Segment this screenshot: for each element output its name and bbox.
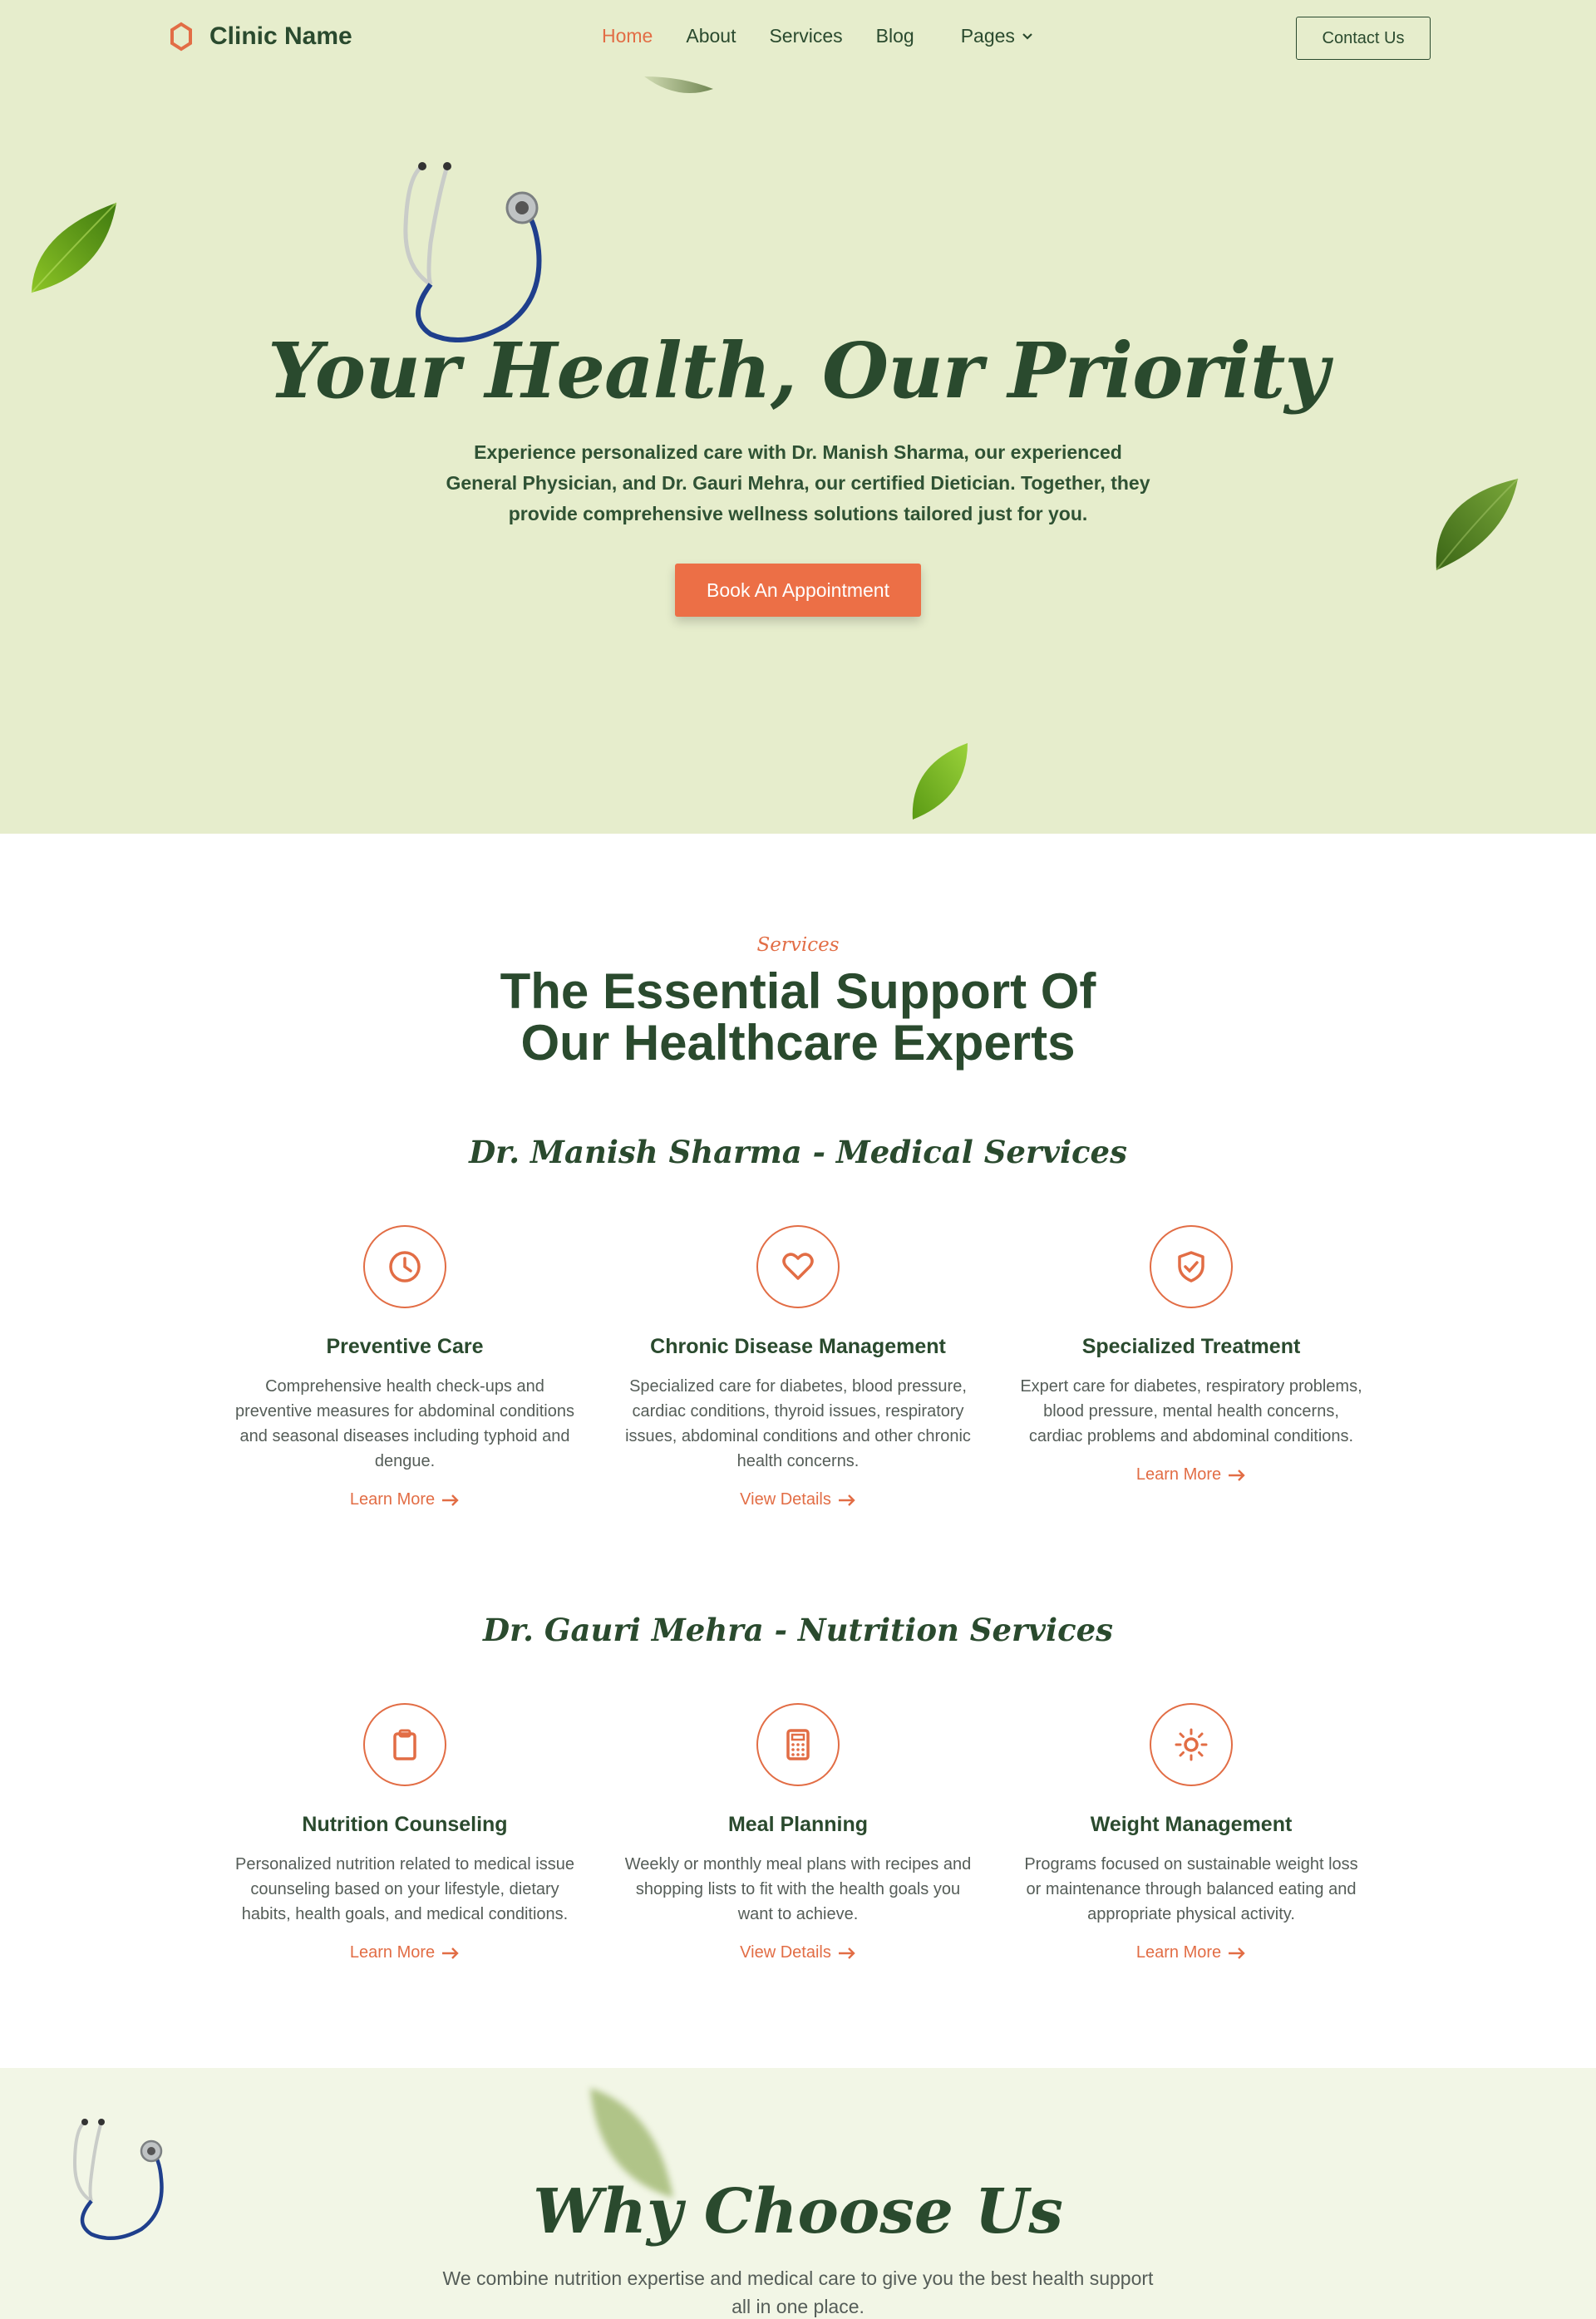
card-icon-circle: [1150, 1703, 1233, 1786]
nav-blog[interactable]: Blog: [876, 25, 914, 47]
hero-subtitle: Experience personalized care with Dr. Ma…: [446, 441, 1150, 524]
service-card-nutrition-counseling: Nutrition Counseling Personalized nutrit…: [230, 1703, 579, 1962]
service-card-weight-management: Weight Management Programs focused on su…: [1017, 1703, 1366, 1962]
arrow-right-icon: [1229, 1469, 1245, 1481]
arrow-right-icon: [442, 1947, 459, 1959]
card-icon-circle: [363, 1225, 446, 1308]
card-description: Programs focused on sustainable weight l…: [1024, 1855, 1358, 1923]
shield-check-icon: [1178, 1251, 1204, 1283]
arrow-right-icon: [838, 1947, 855, 1959]
link-label: View Details: [740, 1943, 831, 1962]
arrow-right-icon: [838, 1494, 855, 1506]
why-choose-us-title: Why Choose Us: [533, 2176, 1063, 2248]
leaf-icon: [912, 743, 968, 820]
leaf-icon: [1436, 478, 1519, 571]
card-icon-circle: [756, 1703, 840, 1786]
heart-icon: [782, 1253, 814, 1280]
top-navbar: Clinic Name Home About Services Blog Pag…: [0, 0, 1596, 76]
card-title: Meal Planning: [727, 1813, 869, 1836]
services-title-line2: Our Healthcare Experts: [520, 1015, 1076, 1071]
clock-icon: [389, 1251, 421, 1283]
services-eyebrow: Services: [756, 934, 840, 956]
link-label: View Details: [740, 1490, 831, 1509]
clipboard-icon: [393, 1729, 416, 1760]
learn-more-link[interactable]: Learn More: [1136, 1943, 1246, 1962]
nav-pages-label: Pages: [960, 25, 1015, 47]
card-description: Weekly or monthly meal plans with recipe…: [624, 1855, 972, 1923]
sun-icon: [1175, 1728, 1208, 1761]
why-choose-us-subtitle: We combine nutrition expertise and medic…: [442, 2267, 1154, 2317]
main-menu: Home About Services Blog Pages: [602, 25, 1066, 47]
hexagon-logo-icon: [170, 22, 192, 52]
link-label: Learn More: [1135, 1465, 1222, 1484]
card-title: Nutrition Counseling: [302, 1813, 508, 1836]
brand-logo[interactable]: Clinic Name: [170, 22, 352, 52]
nav-home[interactable]: Home: [602, 25, 653, 47]
card-title: Weight Management: [1090, 1813, 1293, 1836]
card-title: Chronic Disease Management: [650, 1335, 946, 1358]
services-title: The Essential Support Of Our Healthcare …: [0, 966, 1596, 1069]
hero-section: Clinic Name Home About Services Blog Pag…: [0, 0, 1596, 834]
card-title: Preventive Care: [326, 1335, 484, 1358]
link-label: Learn More: [349, 1490, 436, 1509]
chevron-down-icon: [1022, 32, 1032, 40]
link-label: Learn More: [349, 1943, 436, 1962]
hero-title: Your Health, Our Priority: [268, 326, 1329, 416]
brand-name: Clinic Name: [209, 22, 352, 50]
view-details-link[interactable]: View Details: [740, 1490, 856, 1509]
view-details-link[interactable]: View Details: [740, 1943, 856, 1962]
card-title: Specialized Treatment: [1081, 1335, 1301, 1358]
card-description: Comprehensive health check-ups and preve…: [235, 1377, 574, 1470]
arrow-right-icon: [1229, 1947, 1245, 1959]
card-description: Expert care for diabetes, respiratory pr…: [1020, 1377, 1362, 1445]
service-card-meal-planning: Meal Planning Weekly or monthly meal pla…: [623, 1703, 973, 1962]
card-description: Specialized care for diabetes, blood pre…: [625, 1377, 971, 1470]
card-icon-circle: [1150, 1225, 1233, 1308]
service-card-preventive-care: Preventive Care Comprehensive health che…: [230, 1225, 579, 1509]
why-choose-us-section: Why Choose Us We combine nutrition exper…: [0, 2068, 1596, 2319]
services-title-line1: The Essential Support Of: [500, 963, 1096, 1019]
leaf-icon: [31, 202, 117, 293]
nutrition-services-heading: Dr. Gauri Mehra - Nutrition Services: [482, 1612, 1113, 1648]
card-description: Personalized nutrition related to medica…: [235, 1855, 574, 1923]
card-icon-circle: [363, 1703, 446, 1786]
card-icon-circle: [756, 1225, 840, 1308]
book-appointment-button[interactable]: Book An Appointment: [675, 564, 921, 617]
medical-services-heading: Dr. Manish Sharma - Medical Services: [469, 1134, 1127, 1170]
learn-more-link[interactable]: Learn More: [350, 1490, 460, 1509]
contact-us-button[interactable]: Contact Us: [1296, 17, 1431, 60]
learn-more-link[interactable]: Learn More: [350, 1943, 460, 1962]
calculator-icon: [786, 1729, 810, 1760]
nav-services[interactable]: Services: [769, 25, 842, 47]
nav-about[interactable]: About: [686, 25, 736, 47]
service-card-chronic-disease: Chronic Disease Management Specialized c…: [623, 1225, 973, 1509]
learn-more-link[interactable]: Learn More: [1136, 1465, 1246, 1484]
service-card-specialized-treatment: Specialized Treatment Expert care for di…: [1017, 1225, 1366, 1484]
nav-pages-dropdown[interactable]: Pages: [961, 25, 1033, 47]
arrow-right-icon: [442, 1494, 459, 1506]
link-label: Learn More: [1135, 1943, 1222, 1962]
stethoscope-icon: [403, 162, 542, 342]
